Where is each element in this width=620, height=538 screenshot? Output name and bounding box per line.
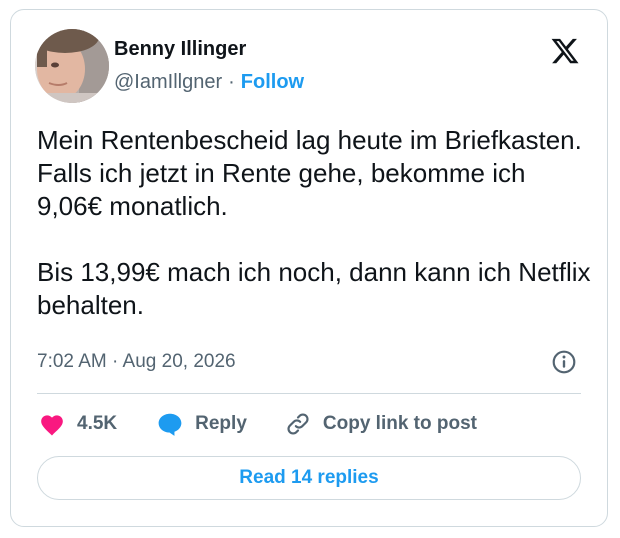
reply-label: Reply [195, 413, 247, 434]
speech-bubble-icon [158, 413, 182, 436]
read-replies-label: Read 14 replies [239, 467, 379, 488]
author-name[interactable]: Benny Illinger [114, 38, 246, 61]
divider [37, 393, 581, 394]
read-replies-button[interactable]: Read 14 replies [37, 456, 581, 500]
x-logo-icon[interactable] [549, 36, 581, 66]
author-handle-row: @IamIllgner · Follow [114, 71, 304, 94]
info-icon[interactable] [551, 349, 577, 375]
copy-link-label: Copy link to post [322, 413, 477, 434]
like-count: 4.5K [77, 413, 118, 434]
action-bar: 4.5K Reply Copy link to post [39, 408, 477, 440]
heart-icon [41, 415, 63, 436]
tweet-text: Mein Rentenbescheid lag heute im Briefka… [37, 124, 592, 322]
handle-separator: · [228, 71, 235, 93]
reply-button[interactable]: Reply [157, 412, 247, 436]
author-handle[interactable]: @IamIllgner [114, 71, 222, 93]
follow-button[interactable]: Follow [241, 71, 304, 93]
tweet-card: Benny Illinger @IamIllgner · Follow Mein R… [10, 9, 608, 527]
link-icon [287, 413, 309, 435]
avatar[interactable] [35, 29, 109, 103]
copy-link-button[interactable]: Copy link to post [285, 411, 477, 437]
like-button[interactable]: 4.5K [39, 412, 117, 436]
tweet-timestamp[interactable]: 7:02 AM · Aug 20, 2026 [37, 351, 236, 373]
tweet-paragraph: Mein Rentenbescheid lag heute im Briefka… [37, 125, 582, 221]
tweet-paragraph: Bis 13,99€ mach ich noch, dann kann ich … [37, 257, 591, 320]
